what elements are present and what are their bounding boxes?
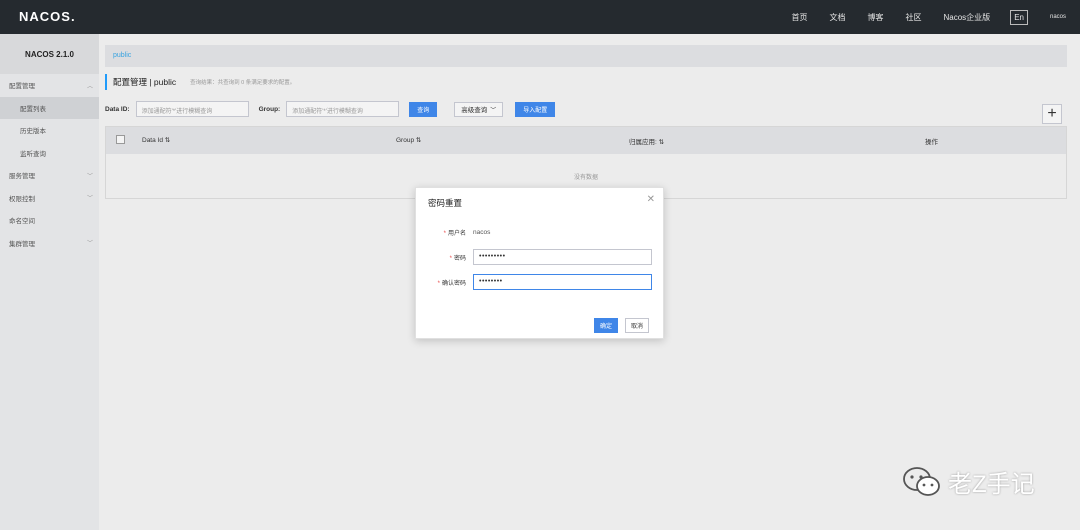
nav-community-link[interactable]: 社区 [906, 12, 922, 23]
sidebar-item-config-management[interactable]: 配置管理 ︿ [0, 74, 99, 97]
search-button-label: 查询 [417, 107, 430, 114]
page-header: 配置管理 | public 查询结果：共查询到 0 条满足要求的配置。 [105, 74, 295, 90]
column-header-app[interactable]: 归属应用: ⇅ [629, 136, 664, 146]
group-search-input[interactable]: 添加通配符'*'进行模糊查询 [286, 101, 400, 117]
dialog-title: 密码重置 [428, 198, 463, 208]
column-label: Group [396, 137, 415, 144]
column-header-group[interactable]: Group ⇅ [396, 136, 421, 144]
required-mark: * [443, 231, 446, 237]
sidebar-item-history[interactable]: 历史版本 [0, 119, 99, 142]
reset-password-dialog: 密码重置 ✕ * 用户名 nacos * 密码 ••••••••• * 确认密码 ••… [415, 187, 664, 339]
sidebar-item-label: 命名空间 [9, 218, 35, 226]
chevron-down-icon: ﹀ [86, 241, 93, 248]
username-label: * 用户名 [416, 228, 466, 237]
sort-icon: ⇅ [658, 139, 665, 146]
search-button[interactable]: 查询 [409, 101, 438, 117]
username-value: nacos [473, 229, 491, 236]
nacos-logo[interactable]: NACOS. [19, 9, 76, 24]
sidebar-item-listener-query[interactable]: 监听查询 [0, 142, 99, 165]
confirm-password-label-text: 确认密码 [441, 280, 466, 287]
top-navbar: NACOS. 首页 文档 博客 社区 Nacos企业版 En nacos [0, 0, 1080, 34]
chevron-down-icon: ﹀ [86, 173, 93, 180]
column-header-dataid[interactable]: Data Id ⇅ [142, 136, 170, 144]
dataid-search-input[interactable]: 添加通配符'*'进行模糊查询 [135, 101, 249, 117]
wechat-icon [903, 466, 940, 496]
namespace-tab-public[interactable]: public [113, 52, 131, 59]
chevron-down-icon: ﹀ [490, 107, 497, 114]
select-all-checkbox[interactable] [116, 135, 125, 144]
sidebar-item-label: 监听查询 [20, 150, 46, 158]
column-header-actions: 操作 [925, 139, 938, 146]
confirm-password-field[interactable]: •••••••• [473, 274, 652, 290]
password-label-text: 密码 [453, 255, 466, 262]
dataid-label: Data ID: [105, 105, 130, 113]
sidebar-item-label: 配置列表 [20, 105, 46, 113]
empty-state-text: 没有数据 [573, 175, 598, 181]
confirm-password-label: * 确认密码 [416, 278, 466, 287]
required-mark: * [437, 280, 440, 287]
sidebar-item-config-list[interactable]: 配置列表 [0, 96, 99, 119]
password-field[interactable]: ••••••••• [473, 249, 652, 265]
sidebar-item-label: 服务管理 [9, 173, 35, 181]
sidebar-item-label: 权限控制 [9, 195, 35, 203]
chevron-up-icon: ︿ [86, 83, 93, 90]
namespace-breadcrumb: public [105, 45, 1067, 67]
top-nav-links: 首页 文档 博客 社区 Nacos企业版 En nacos [770, 0, 1066, 34]
sidebar-item-namespace[interactable]: 命名空间 [0, 209, 99, 232]
page-title: 配置管理 | public [113, 77, 177, 87]
add-config-button[interactable]: + [1042, 104, 1062, 124]
import-config-label: 导入配置 [523, 107, 548, 114]
cancel-button[interactable]: 取消 [625, 318, 650, 333]
nav-home-link[interactable]: 首页 [792, 12, 808, 23]
sidebar-title: NACOS 2.1.0 [0, 34, 99, 74]
sort-icon: ⇅ [164, 137, 171, 144]
language-switch-button[interactable]: En [1010, 9, 1028, 25]
plus-icon: + [1047, 105, 1057, 122]
import-config-button[interactable]: 导入配置 [515, 101, 556, 117]
query-result-hint: 查询结果：共查询到 0 条满足要求的配置。 [190, 80, 296, 86]
table-header: Data Id ⇅ Group ⇅ 归属应用: ⇅ 操作 [106, 127, 1066, 154]
sort-icon: ⇅ [415, 137, 422, 144]
nav-docs-link[interactable]: 文档 [830, 12, 846, 23]
confirm-button[interactable]: 确定 [594, 318, 619, 333]
column-label: Data Id [142, 137, 163, 144]
nav-enterprise-link[interactable]: Nacos企业版 [944, 12, 991, 23]
column-label: 归属应用: [629, 139, 657, 146]
close-icon[interactable]: ✕ [647, 194, 655, 205]
required-mark: * [449, 255, 452, 262]
sidebar-item-label: 配置管理 [9, 83, 35, 91]
cancel-button-label: 取消 [631, 324, 644, 330]
sidebar-item-cluster-management[interactable]: 集群管理 ﹀ [0, 232, 99, 255]
group-label: Group: [258, 105, 281, 113]
password-row: * 密码 ••••••••• [416, 249, 665, 265]
wechat-watermark: 老Z手记 [902, 464, 1035, 499]
watermark-text: 老Z手记 [948, 471, 1035, 498]
sidebar-item-access-control[interactable]: 权限控制 ﹀ [0, 187, 99, 210]
sidebar-item-label: 集群管理 [9, 240, 35, 248]
sidebar: NACOS 2.1.0 配置管理 ︿ 配置列表 历史版本 监听查询 服务管理 ﹀… [0, 34, 99, 530]
filter-bar: Data ID: 添加通配符'*'进行模糊查询 Group: 添加通配符'*'进… [105, 101, 556, 117]
password-label: * 密码 [416, 253, 466, 262]
sidebar-item-label: 历史版本 [20, 128, 46, 136]
sidebar-item-service-management[interactable]: 服务管理 ﹀ [0, 164, 99, 187]
advanced-query-button[interactable]: 高级查询 ﹀ [454, 101, 504, 117]
username-row: * 用户名 nacos [416, 228, 665, 237]
chevron-down-icon: ﹀ [86, 196, 93, 203]
advanced-query-label: 高级查询 [461, 107, 488, 114]
user-menu[interactable]: nacos [1050, 14, 1066, 20]
username-label-text: 用户名 [447, 231, 466, 237]
confirm-password-row: * 确认密码 •••••••• [416, 274, 665, 290]
confirm-button-label: 确定 [600, 324, 613, 330]
nav-blog-link[interactable]: 博客 [868, 12, 884, 23]
